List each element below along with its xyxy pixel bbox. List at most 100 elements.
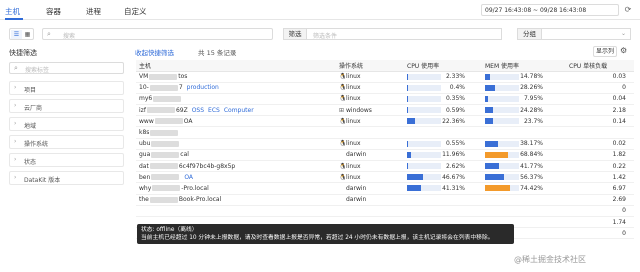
- load-cell: 1.74: [566, 216, 634, 229]
- table-row[interactable]: 10- 7 production 🐧linux 0.4% 28.26% 0: [136, 82, 634, 94]
- host-tag[interactable]: ECS: [208, 107, 220, 114]
- columns-button[interactable]: 显示列: [593, 46, 617, 57]
- os-cell: darwin: [336, 149, 404, 162]
- quick-filter-panel: 快捷筛选 ⌕ 搜索标签 › 项目 › 云厂商 › 地域 › 操作系统 › 状态 › Data…: [0, 44, 128, 272]
- collapse-quick-filter-button[interactable]: 收起快捷筛选: [135, 47, 174, 57]
- cpu-usage-bar: [407, 95, 441, 102]
- linux-icon: 🐧: [339, 117, 347, 125]
- group-label: 分组: [517, 28, 542, 40]
- host-cell[interactable]: VM tos: [136, 71, 336, 83]
- os-cell: 🐧linux: [336, 160, 404, 173]
- filter-item-label: 云厂商: [24, 105, 43, 112]
- cpu-usage-bar: [407, 151, 441, 158]
- filter-item-datakit-version[interactable]: › DataKit 版本: [9, 171, 124, 185]
- host-cell[interactable]: dat 6c4f97bc4b-g8x5p: [136, 160, 336, 173]
- host-cell[interactable]: ubu: [136, 138, 336, 150]
- redaction-mask: [152, 185, 181, 192]
- table-row[interactable]: the Book-Pro.local darwin 2.69: [136, 194, 634, 206]
- filter-item-cloud[interactable]: › 云厂商: [9, 99, 124, 113]
- host-cell[interactable]: ben OA: [136, 171, 336, 184]
- refresh-icon[interactable]: ⟳: [623, 5, 633, 15]
- host-cell[interactable]: izf 69Z OSS ECS Computer: [136, 104, 336, 117]
- tab-custom[interactable]: 自定义: [124, 6, 147, 17]
- host-name-end: 6c4f97bc4b-g8x5p: [178, 162, 236, 170]
- col-cpu[interactable]: CPU 使用率: [404, 60, 482, 72]
- table-row[interactable]: k8s: [136, 126, 634, 139]
- table-row[interactable]: why -Pro.local darwin 41.31% 74.42% 6.97: [136, 182, 634, 195]
- host-cell[interactable]: k8s: [136, 126, 336, 139]
- mem-usage-fill: [485, 140, 498, 147]
- table-row[interactable]: gua cal darwin 11.96% 68.84% 1.82: [136, 149, 634, 162]
- mem-usage-cell: 7.95%: [482, 93, 566, 106]
- filter-select[interactable]: 筛选条件: [307, 28, 502, 40]
- chevron-right-icon: ›: [14, 84, 17, 91]
- mem-usage-cell: 41.77%: [482, 160, 566, 173]
- host-cell[interactable]: the Book-Pro.local: [136, 194, 336, 206]
- table-row[interactable]: izf 69Z OSS ECS Computer ⊞ windows 0.59% 24.28% 2…: [136, 104, 634, 117]
- tab-container[interactable]: 容器: [46, 6, 61, 17]
- redaction-mask: [150, 129, 179, 136]
- cpu-usage-cell: 2.33%: [404, 71, 482, 83]
- col-load[interactable]: CPU 单核负载: [566, 60, 634, 72]
- cpu-usage-bar: [407, 107, 441, 114]
- col-os[interactable]: 操作系统: [336, 60, 404, 72]
- cpu-usage-value: 0.55%: [445, 140, 465, 148]
- host-name-end: cal: [180, 151, 189, 159]
- chevron-right-icon: ›: [14, 102, 17, 109]
- table-row[interactable]: www OA 🐧linux 22.36% 23.7% 0.14: [136, 115, 634, 128]
- tab-process[interactable]: 进程: [86, 6, 101, 17]
- mem-usage-bar: [485, 84, 519, 91]
- group-select[interactable]: ⌄: [542, 28, 631, 40]
- col-mem[interactable]: MEM 使用率: [482, 60, 566, 72]
- list-view-icon[interactable]: ☰: [11, 30, 22, 39]
- os-label: linux: [346, 140, 361, 148]
- cpu-usage-bar: [407, 140, 441, 147]
- table-row[interactable]: VM tos 🐧linux 2.33% 14.78% 0.03: [136, 71, 634, 83]
- filter-item-status[interactable]: › 状态: [9, 153, 124, 167]
- filter-item-region[interactable]: › 地域: [9, 117, 124, 131]
- cpu-usage-cell: 46.67%: [404, 171, 482, 184]
- quick-filter-title: 快捷筛选: [9, 49, 37, 57]
- load-cell: 2.18: [566, 104, 634, 117]
- quick-filter-search[interactable]: ⌕ 搜索标签: [9, 62, 124, 74]
- cpu-usage-fill: [407, 163, 408, 170]
- mem-usage-fill: [485, 174, 505, 181]
- table-row[interactable]: ubu 🐧linux 0.55% 38.17% 0.02: [136, 138, 634, 150]
- host-cell[interactable]: why -Pro.local: [136, 182, 336, 195]
- time-range-picker[interactable]: 09/27 16:43:08 ~ 09/28 16:43:08: [481, 4, 619, 16]
- mem-usage-bar: [485, 95, 519, 102]
- host-tag[interactable]: OSS: [192, 107, 204, 114]
- host-cell[interactable]: www OA: [136, 115, 336, 128]
- linux-icon: 🐧: [339, 84, 347, 92]
- filter-item-project[interactable]: › 项目: [9, 81, 124, 95]
- host-name-start: k8s: [139, 129, 150, 137]
- host-cell[interactable]: gua cal: [136, 149, 336, 162]
- cpu-usage-fill: [407, 118, 415, 125]
- col-host[interactable]: 主机: [136, 60, 336, 72]
- host-cell[interactable]: 10- 7 production: [136, 82, 336, 94]
- host-name-start: 10-: [139, 84, 149, 92]
- host-cell[interactable]: my6: [136, 93, 336, 106]
- os-cell: darwin: [336, 194, 404, 206]
- os-cell: 🐧linux: [336, 82, 404, 94]
- host-name-start: www: [139, 117, 154, 125]
- tooltip-status: 状态: offline（离线）: [141, 227, 198, 233]
- host-tag[interactable]: Computer: [224, 107, 254, 114]
- host-tag[interactable]: OA: [184, 174, 193, 181]
- cpu-usage-fill: [407, 185, 422, 192]
- filter-item-os[interactable]: › 操作系统: [9, 135, 124, 149]
- map-view-icon[interactable]: ▦: [22, 30, 33, 39]
- mem-usage-cell: 68.84%: [482, 149, 566, 162]
- host-tag[interactable]: production: [187, 84, 219, 91]
- table-row[interactable]: my6 🐧linux 0.35% 7.95% 0.04: [136, 93, 634, 106]
- table-row[interactable]: 0: [136, 205, 634, 217]
- mem-usage-cell: 38.17%: [482, 138, 566, 150]
- table-row[interactable]: ben OA 🐧linux 46.67% 56.37% 1.42: [136, 171, 634, 184]
- tab-host[interactable]: 主机: [5, 6, 20, 17]
- load-cell: 0: [566, 227, 634, 240]
- gear-icon[interactable]: ⚙: [620, 46, 627, 55]
- host-cell[interactable]: [136, 205, 336, 217]
- search-input[interactable]: ⌕ 搜索: [42, 28, 273, 40]
- table-row[interactable]: dat 6c4f97bc4b-g8x5p 🐧linux 2.62% 41.77% 0.22: [136, 160, 634, 173]
- os-label: linux: [346, 73, 361, 81]
